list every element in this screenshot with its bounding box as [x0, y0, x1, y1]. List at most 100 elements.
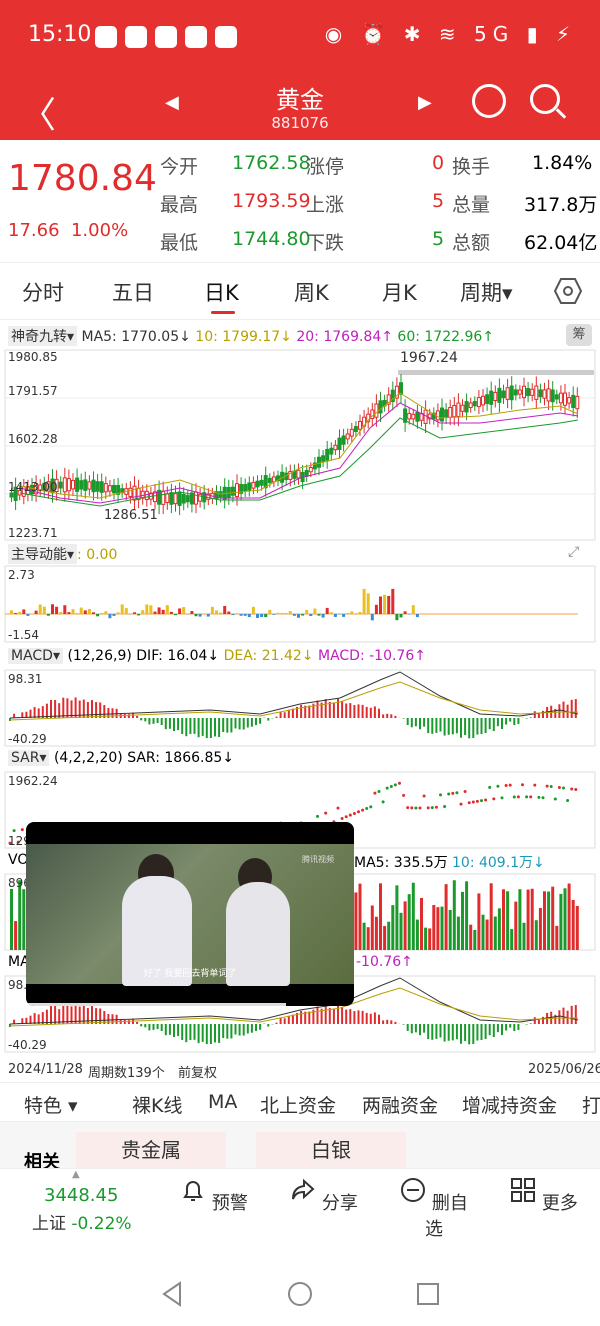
volume-bar [411, 882, 415, 950]
macd-chart[interactable] [0, 668, 600, 748]
nav-share[interactable]: 分享 [284, 1177, 364, 1215]
volume-bar [469, 924, 473, 950]
candle [464, 401, 469, 413]
volume-bar [452, 880, 456, 950]
flow-bar [92, 612, 95, 614]
macd-dea: DEA: 21.42↓ [223, 648, 314, 664]
flow-bar [42, 606, 46, 614]
stock-title: 黄金 [276, 86, 324, 114]
nav-remove-watchlist[interactable]: 删自选 [394, 1177, 474, 1241]
feature-ma[interactable]: MA [208, 1091, 237, 1113]
indicator-dropdown[interactable]: 神奇九转▾ [8, 326, 78, 346]
sar-dot [12, 829, 16, 833]
volume-bar [461, 891, 464, 950]
system-back-icon[interactable] [158, 1280, 186, 1308]
feature-margin[interactable]: 两融资金 [362, 1091, 438, 1118]
sar-dropdown[interactable]: SAR▾ [8, 750, 50, 766]
down-count-label: 下跌 [306, 232, 345, 254]
macd-dropdown[interactable]: MACD▾ [8, 648, 63, 664]
sar-dot [529, 795, 533, 799]
open-label: 今开 [160, 156, 199, 178]
feature-naked-k[interactable]: 裸K线 [132, 1091, 182, 1118]
video-progress-bar[interactable] [26, 1003, 286, 1006]
sar-dot [410, 806, 414, 810]
candle [345, 433, 350, 440]
flow-name: 主导动能 [11, 547, 67, 563]
flow-bar [251, 606, 255, 614]
floating-video-player[interactable]: 腾讯视频 好了 我要回去背单词了 [26, 822, 354, 1006]
high-value: 1793.59 [232, 190, 311, 212]
tab-weekly-k[interactable]: 周K [294, 277, 329, 307]
system-home-icon[interactable] [286, 1280, 314, 1308]
volume-bar [379, 883, 382, 950]
tab-period[interactable]: 周期▾ [460, 277, 513, 307]
macd2-y-min: -40.29 [8, 1038, 47, 1052]
volume-bar [555, 925, 559, 950]
candle [91, 479, 96, 493]
sar-dot [373, 791, 377, 795]
volume-bar [358, 883, 362, 950]
feature-special[interactable]: 特色 ▾ [24, 1091, 78, 1118]
sar-dot [574, 788, 578, 792]
flow-dropdown[interactable]: 主导动能▾ [8, 544, 78, 564]
nav-alert[interactable]: 预警 [174, 1177, 254, 1215]
volume-bar [10, 888, 13, 950]
volume-bar [547, 891, 551, 950]
candlestick-chart[interactable] [0, 348, 600, 542]
next-stock-icon[interactable]: ▶ [418, 92, 432, 113]
feature-more[interactable]: 打 [582, 1091, 600, 1118]
adjust-mode[interactable]: 前复权 [178, 1062, 217, 1081]
volume-bar [22, 889, 26, 950]
volume-bar [534, 920, 538, 950]
sar-dot [553, 797, 557, 801]
flow-bar [305, 609, 309, 614]
index-summary[interactable]: 上证 -0.22% [32, 1209, 132, 1234]
vol-ma10: 10: 409.1万↓ [452, 855, 545, 871]
mascot-icon[interactable] [472, 84, 506, 118]
candle [243, 484, 248, 492]
system-recents-icon[interactable] [414, 1280, 442, 1308]
flow-bar [219, 612, 223, 614]
tab-five-day[interactable]: 五日 [112, 277, 154, 307]
tab-daily-k[interactable]: 日K [204, 277, 239, 307]
sar-dot [381, 800, 385, 804]
volume-bar [374, 916, 378, 950]
sar-dot [459, 802, 463, 806]
flow-chart[interactable] [0, 564, 600, 644]
flow-bar [415, 614, 419, 618]
candle [353, 426, 358, 433]
candle [554, 394, 559, 400]
flow-bar [157, 607, 161, 614]
related-chip-precious-metal[interactable]: 贵金属 [76, 1132, 226, 1168]
grid-icon [511, 1178, 536, 1202]
macd2-value: -10.76↑ [356, 954, 413, 970]
candle [304, 469, 309, 477]
flow-bar [374, 604, 378, 614]
app-notification-icon [155, 26, 177, 48]
candle [317, 456, 321, 468]
volume-bar [502, 889, 505, 950]
settings-hex-icon[interactable] [554, 277, 582, 305]
sar-name: SAR [11, 750, 40, 766]
chip-distribution-button[interactable]: 筹 [566, 324, 592, 346]
feature-holdings[interactable]: 增减持资金 [462, 1091, 557, 1118]
volume-bar [407, 894, 411, 950]
volume-bar [563, 888, 567, 950]
volume-bar [362, 922, 366, 950]
related-chip-silver[interactable]: 白银 [256, 1132, 406, 1168]
change-pct: 1.00% [70, 220, 129, 241]
nav-more[interactable]: 更多 [504, 1177, 584, 1215]
turnover-label: 换手 [452, 156, 491, 178]
tab-intraday[interactable]: 分时 [22, 277, 64, 307]
candle [558, 392, 563, 404]
index-value[interactable]: 3448.45 [44, 1185, 118, 1206]
tab-monthly-k[interactable]: 月K [382, 277, 417, 307]
flow-bar [321, 614, 325, 618]
sar-dot [369, 805, 373, 809]
nav-alert-label: 预警 [211, 1193, 248, 1214]
candle [476, 397, 481, 408]
flow-bar [79, 607, 83, 614]
search-icon[interactable] [530, 84, 560, 114]
feature-northbound[interactable]: 北上资金 [260, 1091, 336, 1118]
expand-icon[interactable]: ⤢ [568, 544, 579, 560]
